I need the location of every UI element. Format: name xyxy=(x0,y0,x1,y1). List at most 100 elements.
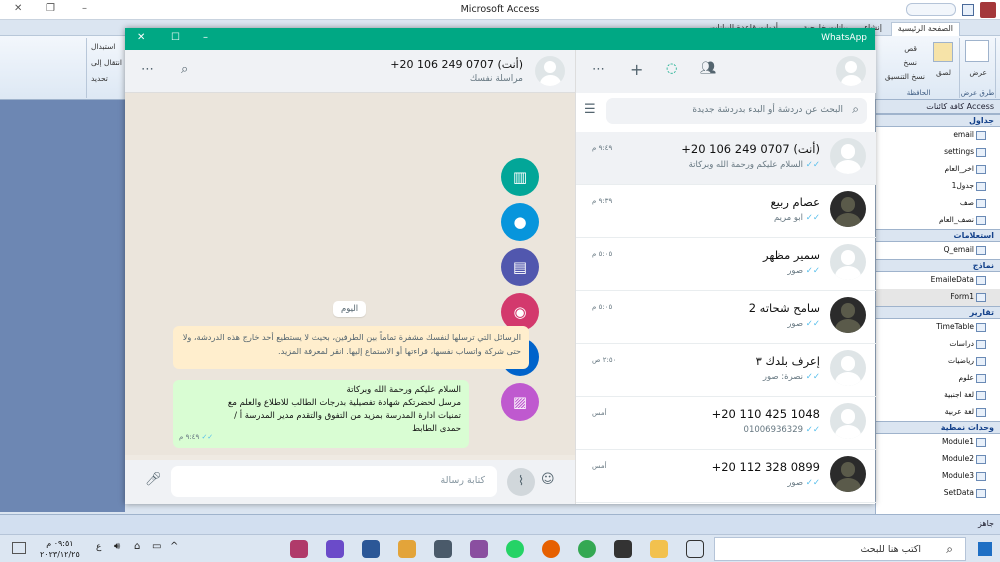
nav-item[interactable]: Form1 xyxy=(876,289,1000,306)
nav-item-label: Q_email xyxy=(943,245,974,254)
emoji-icon[interactable]: ☺ xyxy=(541,472,555,487)
nav-item[interactable]: Module1 xyxy=(876,434,1000,451)
chat-list-item[interactable]: سامح شحاته 2 ✓✓ صور ٥:٠٥ م xyxy=(576,291,876,344)
message-bubble[interactable]: السلام عليكم ورحمة الله وبركاتة مرسل لحض… xyxy=(173,380,469,448)
workspace-background xyxy=(0,100,125,512)
language-indicator[interactable]: ع xyxy=(96,542,101,552)
nav-item[interactable]: لغة اجنبية xyxy=(876,387,1000,404)
nav-category[interactable]: نماذج xyxy=(876,259,1000,272)
chat-list-item[interactable]: سمير مظهر ✓✓ صور ٥:٠٥ م xyxy=(576,238,876,291)
nav-item[interactable]: Module2 xyxy=(876,451,1000,468)
poll-icon[interactable]: ▥ xyxy=(501,158,539,196)
chat-list-item[interactable]: (أنت) 0707 249 106 20+ ✓✓ السلام عليكم ور… xyxy=(576,132,876,185)
app-icon-store[interactable] xyxy=(614,540,632,558)
app-icon-game[interactable] xyxy=(470,540,488,558)
paste-button[interactable]: لصق xyxy=(936,68,951,77)
app-icon-explorer[interactable] xyxy=(650,540,668,558)
chat-list-item[interactable]: 0899 328 112 20+ ✓✓ صور أمس xyxy=(576,450,876,503)
select-button[interactable]: تحديد xyxy=(91,74,108,83)
app-icon-calculator[interactable] xyxy=(434,540,452,558)
nav-item[interactable]: settings xyxy=(876,144,1000,161)
nav-item[interactable]: email xyxy=(876,127,1000,144)
undo-redo-icon[interactable] xyxy=(906,3,956,16)
nav-category[interactable]: جداول xyxy=(876,114,1000,127)
task-view-icon[interactable] xyxy=(686,540,704,558)
minimize-icon[interactable]: – xyxy=(82,3,87,14)
nav-item[interactable]: لغة عربية xyxy=(876,404,1000,421)
nav-item[interactable]: دراسات xyxy=(876,336,1000,353)
app-icon-word[interactable] xyxy=(362,540,380,558)
view-button-label[interactable]: عرض xyxy=(969,68,987,77)
microphone-icon[interactable]: 🎤︎ xyxy=(145,472,162,487)
attach-icon[interactable]: ⌇ xyxy=(507,468,535,496)
chat-avatar[interactable] xyxy=(535,56,565,86)
view-icon[interactable] xyxy=(965,40,989,62)
nav-item[interactable]: اخر_العام xyxy=(876,161,1000,178)
goto-button[interactable]: انتقال إلى xyxy=(91,58,122,67)
app-icon-chrome[interactable] xyxy=(578,540,596,558)
window-title: Microsoft Access xyxy=(460,4,540,15)
nav-header[interactable]: كافة كائنات Access xyxy=(876,100,1000,114)
app-icon-media[interactable] xyxy=(326,540,344,558)
nav-item[interactable]: Module3 xyxy=(876,468,1000,485)
save-icon[interactable] xyxy=(962,4,974,16)
nav-item[interactable]: نصف_العام xyxy=(876,212,1000,229)
contact-name: 0899 328 112 20+ xyxy=(711,460,820,474)
chat-list-item[interactable]: عصام ربيع ✓✓ ابو مريم ٩:٣٩ م xyxy=(576,185,876,238)
whatsapp-title: WhatsApp xyxy=(821,33,867,43)
battery-icon[interactable]: ▭ xyxy=(152,541,161,552)
status-text: جاهز xyxy=(977,519,994,528)
minimize-icon[interactable]: – xyxy=(203,32,208,43)
communities-icon[interactable]: 👥︎ xyxy=(700,61,717,76)
chat-search-input[interactable]: البحث عن دردشة أو البدء بدردشة جديدة ⌕ xyxy=(606,98,867,124)
paste-icon[interactable] xyxy=(933,42,953,62)
more-options-icon[interactable]: ⋯ xyxy=(141,62,154,77)
nav-item[interactable]: علوم xyxy=(876,370,1000,387)
encryption-notice[interactable]: الرسائل التي ترسلها لنفسك مشفرة تماماً ب… xyxy=(173,326,529,369)
app-icon-paint[interactable] xyxy=(290,540,308,558)
message-input[interactable]: كتابة رسالة xyxy=(171,466,497,497)
show-hidden-icons[interactable]: ^ xyxy=(170,541,178,552)
last-message-time: ٩:٣٩ م xyxy=(592,197,613,205)
maximize-icon[interactable]: ☐ xyxy=(171,32,180,43)
nav-item[interactable]: جدول1 xyxy=(876,178,1000,195)
cut-button[interactable]: قص xyxy=(904,44,917,53)
search-icon[interactable]: ⌕ xyxy=(181,62,188,77)
chat-list-item[interactable]: إعرف بلدك ٣ ✓✓ نصرة: صور ٢:٥٠ ص xyxy=(576,344,876,397)
chat-list-item[interactable]: 1048 425 110 20+ ✓✓ 01006936329 أمس xyxy=(576,397,876,450)
nav-item[interactable]: TimeTable xyxy=(876,319,1000,336)
format-painter-button[interactable]: نسخ التنسيق xyxy=(885,72,925,81)
nav-item[interactable]: SetData xyxy=(876,485,1000,502)
volume-icon[interactable]: 🔊︎ xyxy=(114,541,120,552)
nav-item[interactable]: EmaileData xyxy=(876,272,1000,289)
app-icon-whatsapp[interactable] xyxy=(506,540,524,558)
filter-icon[interactable]: ☰ xyxy=(584,102,596,117)
nav-category[interactable]: وحدات نمطية xyxy=(876,421,1000,434)
chat-header[interactable]: ⋯ ⌕ (أنت) 0707 249 106 20+ مراسلة نفسك xyxy=(125,50,575,93)
nav-item[interactable]: Q_email xyxy=(876,242,1000,259)
taskbar-search[interactable]: اكتب هنا للبحث ⌕ xyxy=(714,537,966,561)
start-icon[interactable] xyxy=(978,542,992,556)
close-icon[interactable]: ✕ xyxy=(137,32,145,43)
network-icon[interactable]: ⌂ xyxy=(134,541,140,552)
close-icon[interactable]: ✕ xyxy=(14,3,22,14)
nav-item[interactable]: رياضيات xyxy=(876,353,1000,370)
my-avatar[interactable] xyxy=(836,56,866,86)
restore-icon[interactable]: ❐ xyxy=(46,3,55,14)
tab-home[interactable]: الصفحة الرئيسية xyxy=(890,22,960,36)
notification-icon[interactable] xyxy=(12,542,26,554)
nav-category[interactable]: تقارير xyxy=(876,306,1000,319)
gallery-icon[interactable]: ▨ xyxy=(501,383,539,421)
nav-item[interactable]: صف xyxy=(876,195,1000,212)
copy-button[interactable]: نسخ xyxy=(903,58,917,67)
app-icon-tools[interactable] xyxy=(398,540,416,558)
app-icon-firefox[interactable] xyxy=(542,540,560,558)
clock[interactable]: ٠٩:٥١ م ٢٠٢٣/١٢/٢٥ xyxy=(40,538,80,560)
contact-icon[interactable]: ● xyxy=(501,203,539,241)
more-options-icon[interactable]: ⋯ xyxy=(592,62,605,77)
new-chat-icon[interactable]: + xyxy=(630,60,643,79)
nav-category[interactable]: استعلامات xyxy=(876,229,1000,242)
document-icon[interactable]: ▤ xyxy=(501,248,539,286)
status-icon[interactable]: ◌ xyxy=(666,61,677,76)
replace-button[interactable]: استبدال xyxy=(91,42,115,51)
